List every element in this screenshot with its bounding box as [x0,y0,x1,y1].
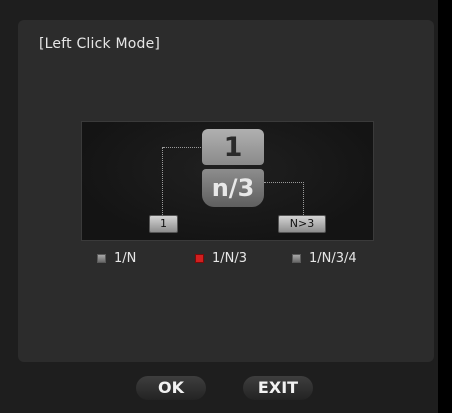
node-1-button: 1 [149,215,178,233]
connector-right-horizontal [264,182,304,183]
ok-button[interactable]: OK [136,376,206,400]
panel-title: [Left Click Mode] [39,36,161,52]
exit-button[interactable]: EXIT [243,376,313,400]
node-n-greater-3-button: N>3 [278,215,326,233]
option-1-n-label: 1/N [114,251,137,266]
dialog-window: [Left Click Mode] 1 n/3 1 N>3 1/N 1/N/3 … [0,0,452,413]
option-1-n-3-4[interactable]: 1/N/3/4 [292,251,357,266]
option-1-n-3-checkbox[interactable] [195,254,204,263]
option-1-n-3-label: 1/N/3 [212,251,248,266]
option-1-n-checkbox[interactable] [97,254,106,263]
stack-top-block: 1 [202,129,264,165]
connector-right-vertical [303,182,304,215]
stack-bottom-block: n/3 [202,169,264,207]
connector-left-vertical [162,147,163,215]
option-1-n[interactable]: 1/N [97,251,136,266]
mode-diagram: 1 n/3 1 N>3 [81,121,374,241]
option-1-n-3-4-label: 1/N/3/4 [309,251,357,266]
option-1-n-3-4-checkbox[interactable] [292,254,301,263]
connector-left-horizontal [163,147,203,148]
left-click-mode-panel: [Left Click Mode] 1 n/3 1 N>3 1/N 1/N/3 … [18,20,434,362]
option-1-n-3[interactable]: 1/N/3 [195,251,247,266]
